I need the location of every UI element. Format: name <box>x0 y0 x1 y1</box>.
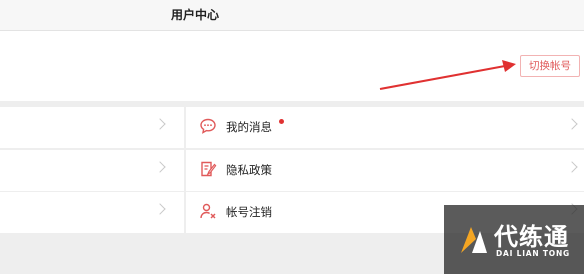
page-title: 用户中心 <box>170 8 219 22</box>
menu-row-left-1[interactable] <box>0 107 184 148</box>
chevron-right-icon <box>154 161 166 173</box>
chevron-right-icon <box>566 118 578 130</box>
menu-row-left-2[interactable] <box>0 150 184 191</box>
watermark-subtitle: DAI LIAN TONG <box>496 249 571 258</box>
unread-dot <box>279 119 284 124</box>
annotation-arrow <box>379 60 516 90</box>
chevron-right-icon <box>154 118 166 130</box>
menu-item-label: 隐私政策 <box>226 163 272 177</box>
watermark-name: 代练通 <box>494 223 569 251</box>
menu-row-left-3[interactable] <box>0 192 184 233</box>
top-bar: 用户中心 <box>0 0 584 31</box>
menu-item-label: 我的消息 <box>226 120 272 134</box>
menu-item-label: 帐号注销 <box>226 205 272 219</box>
chevron-right-icon <box>566 161 578 173</box>
message-icon <box>200 118 216 134</box>
menu-item-privacy-policy[interactable]: 隐私政策 <box>186 150 584 191</box>
watermark: 代练通 DAI LIAN TONG <box>444 205 584 274</box>
account-cancel-icon <box>200 203 216 219</box>
menu-item-messages[interactable]: 我的消息 <box>186 107 584 148</box>
switch-account-button[interactable]: 切换帐号 <box>520 55 580 77</box>
policy-icon <box>201 161 217 177</box>
watermark-logo-icon <box>461 227 487 253</box>
chevron-right-icon <box>154 203 166 215</box>
